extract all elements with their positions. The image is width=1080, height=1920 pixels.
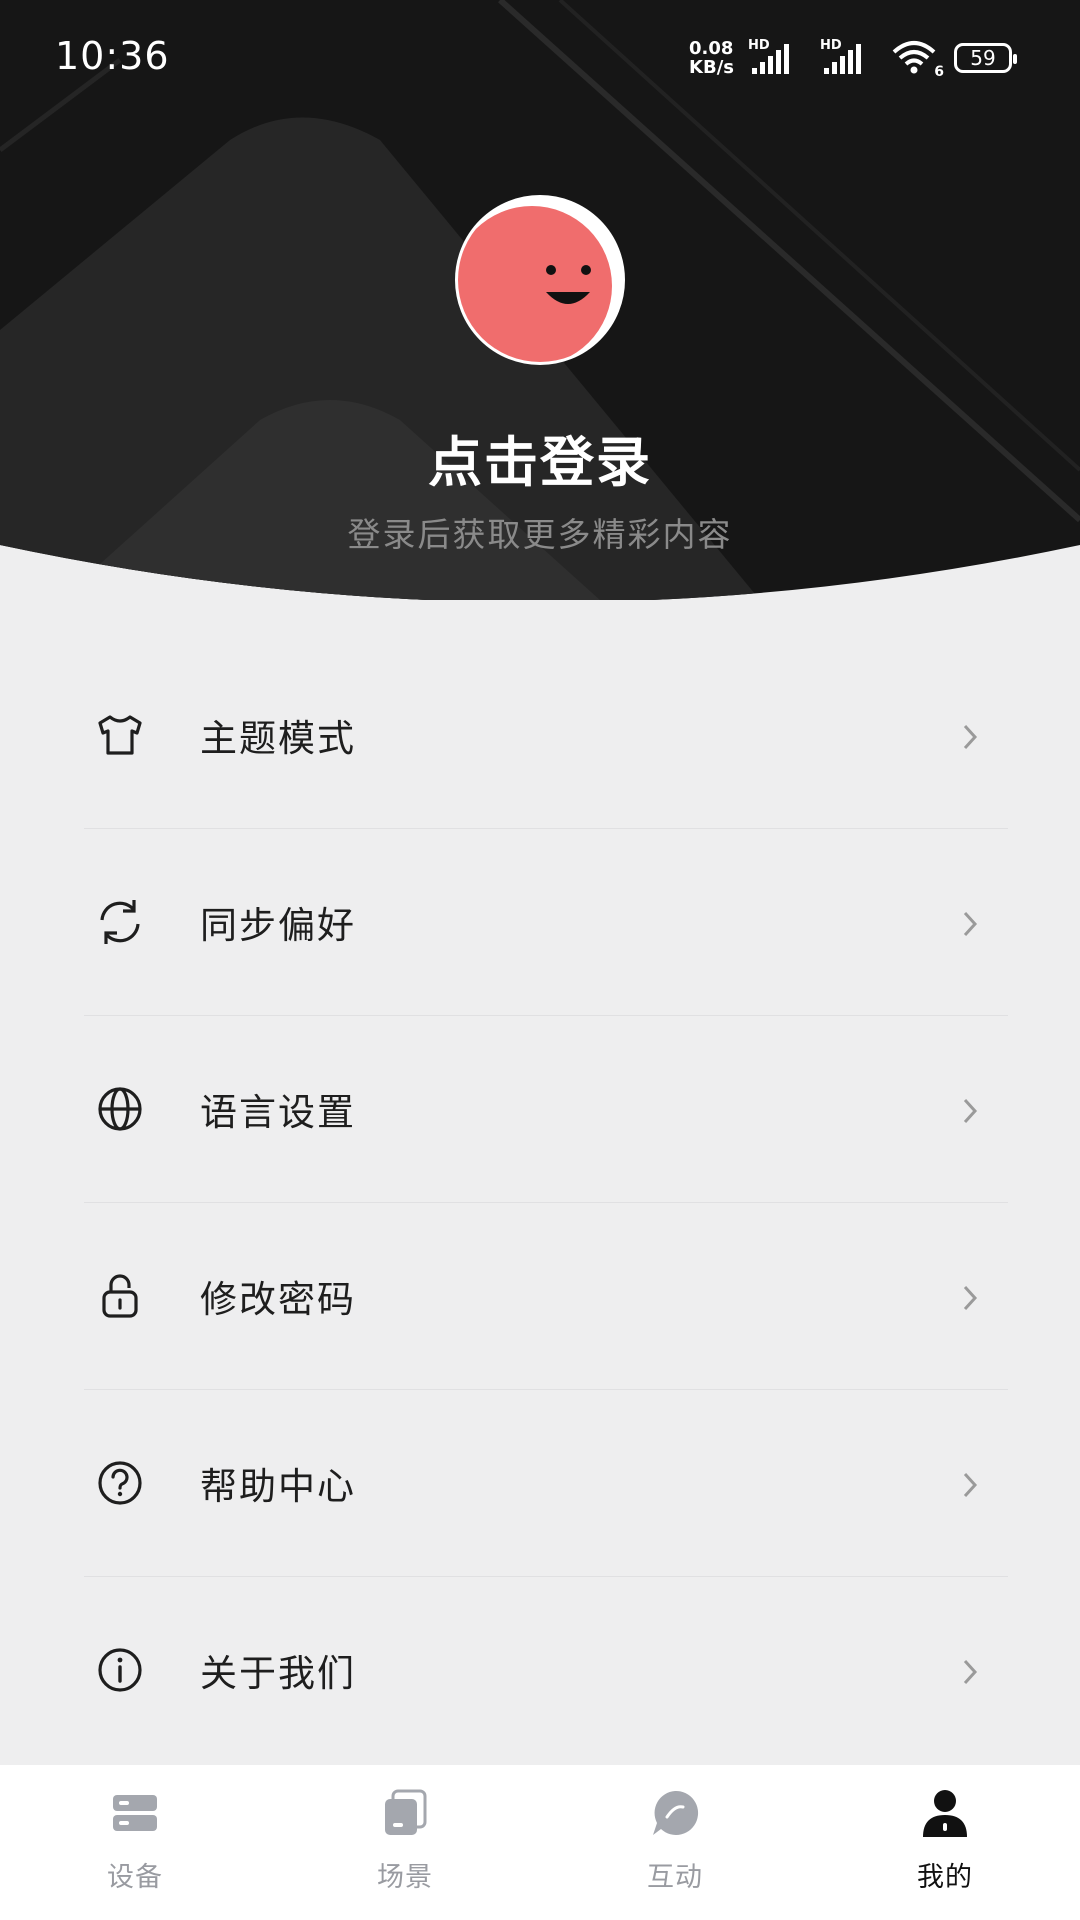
chevron-right-icon <box>963 724 978 750</box>
bottom-tab-bar: 设备 场景 互动 我的 <box>0 1765 1080 1920</box>
battery-icon: 59 <box>954 43 1017 73</box>
lock-icon <box>102 1274 138 1318</box>
globe-icon <box>98 1087 142 1131</box>
menu-item-about[interactable]: 关于我们 <box>84 1577 1008 1763</box>
status-bar: 10:36 0.08 KB/s HD HD 6 59 <box>0 0 1080 115</box>
net-speed: 0.08 KB/s <box>689 38 734 78</box>
chevron-right-icon <box>963 1659 978 1685</box>
chevron-right-icon <box>963 1472 978 1498</box>
settings-menu: 主题模式 同步偏好 语言设置 修改密码 帮助中心 关于我们 <box>84 642 1008 1763</box>
device-icon <box>113 1795 157 1831</box>
tshirt-icon <box>98 715 142 755</box>
signal-icon: HD <box>748 38 806 76</box>
profile-header: 10:36 0.08 KB/s HD HD 6 59 点击登录 登录后获取更多精… <box>0 0 1080 600</box>
menu-label: 语言设置 <box>200 1091 356 1134</box>
signal-icon-2: HD <box>820 38 878 76</box>
help-icon <box>98 1461 142 1505</box>
tab-scenes[interactable]: 场景 <box>270 1765 540 1920</box>
menu-label: 修改密码 <box>200 1278 356 1321</box>
sync-icon <box>100 900 140 944</box>
info-icon <box>98 1648 142 1692</box>
menu-item-sync[interactable]: 同步偏好 <box>84 829 1008 1016</box>
login-title[interactable]: 点击登录 <box>0 418 1080 497</box>
tab-interact[interactable]: 互动 <box>540 1765 810 1920</box>
wifi-icon: 6 <box>892 40 944 80</box>
person-icon <box>923 1790 967 1837</box>
chevron-right-icon <box>963 911 978 937</box>
scene-icon <box>385 1789 427 1835</box>
menu-label: 主题模式 <box>200 717 356 760</box>
menu-item-language[interactable]: 语言设置 <box>84 1016 1008 1203</box>
chat-icon <box>653 1790 699 1835</box>
menu-label: 关于我们 <box>200 1652 356 1695</box>
tab-mine[interactable]: 我的 <box>810 1765 1080 1920</box>
menu-label: 帮助中心 <box>200 1465 356 1508</box>
tab-devices[interactable]: 设备 <box>0 1765 270 1920</box>
menu-item-help[interactable]: 帮助中心 <box>84 1390 1008 1577</box>
menu-label: 同步偏好 <box>200 904 356 947</box>
login-subtitle: 登录后获取更多精彩内容 <box>347 515 733 554</box>
chevron-right-icon <box>963 1098 978 1124</box>
chevron-right-icon <box>963 1285 978 1311</box>
menu-item-theme[interactable]: 主题模式 <box>84 642 1008 829</box>
status-time: 10:36 <box>55 34 170 78</box>
status-icons: 0.08 KB/s HD HD 6 59 <box>689 38 1017 80</box>
avatar[interactable] <box>455 195 625 365</box>
menu-item-password[interactable]: 修改密码 <box>84 1203 1008 1390</box>
smiley-avatar-icon <box>458 206 612 362</box>
